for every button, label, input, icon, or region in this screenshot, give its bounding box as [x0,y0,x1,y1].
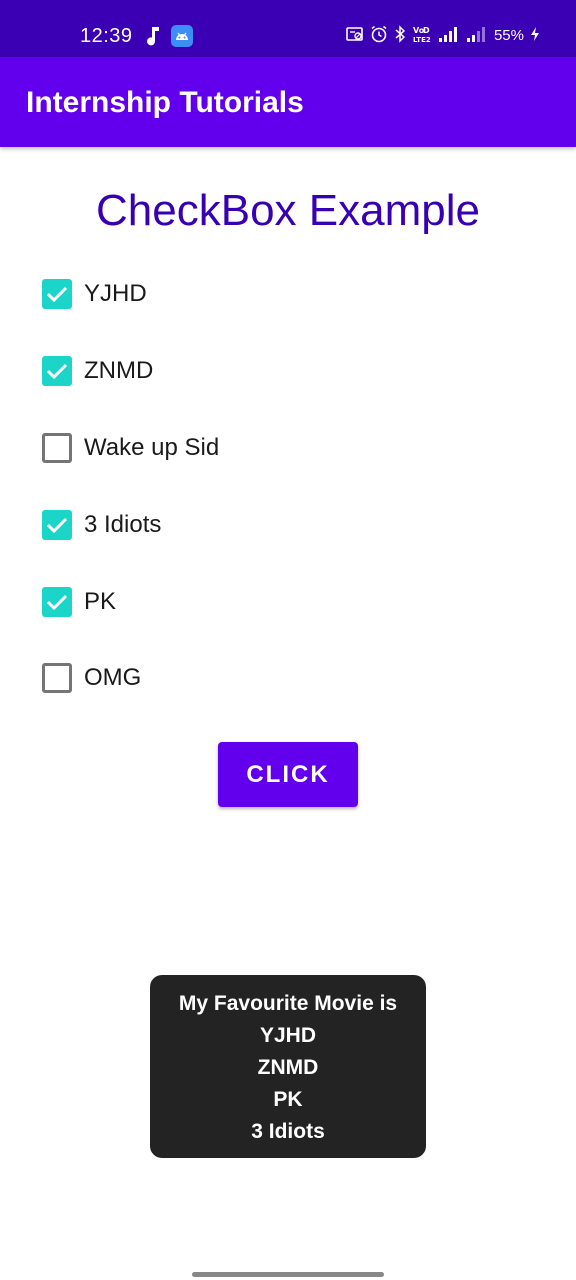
signal-weak-icon [466,25,488,48]
checkbox-label: PK [84,588,117,615]
svg-text:D: D [423,26,430,35]
status-bar: 12:39 Vo D LTE2 55% [0,0,576,57]
volte-icon: Vo D LTE2 [412,25,432,48]
checkbox-checked-icon[interactable] [42,356,72,386]
toast-line: YJHD [259,1024,317,1047]
alarm-icon [370,25,388,48]
checkbox-label: Wake up Sid [84,434,220,461]
bluetooth-icon [394,24,406,48]
checkbox-pk[interactable]: PK [42,584,116,620]
app-bar: Internship Tutorials [0,57,576,147]
app-title: Internship Tutorials [26,86,304,119]
checkbox-label: 3 Idiots [84,511,162,538]
android-app-icon [171,25,193,52]
checkbox-omg[interactable]: OMG [42,660,141,696]
charging-icon [530,26,540,47]
checkbox-label: OMG [84,664,142,691]
page-title: CheckBox Example [96,186,480,235]
toast-line: PK [273,1088,303,1111]
toast-line: My Favourite Movie is [178,992,398,1015]
toast-line: ZNMD [257,1056,319,1079]
status-icons: Vo D LTE2 55% [346,24,540,48]
music-note-icon [144,25,162,52]
checkbox-znmd[interactable]: ZNMD [42,353,153,389]
app-screen: 12:39 Vo D LTE2 55% Internship Tutorials… [0,0,576,1280]
gesture-nav-handle[interactable] [192,1272,384,1277]
checkbox-unchecked-icon[interactable] [42,663,72,693]
svg-text:LTE2: LTE2 [413,36,431,43]
checkbox-label: YJHD [84,280,147,307]
checkbox-label: ZNMD [84,357,154,384]
media-icon [346,26,364,47]
status-time: 12:39 [80,25,133,47]
battery-level: 55% [493,27,524,44]
signal-icon [438,25,460,48]
checkbox-wake-up-sid[interactable]: Wake up Sid [42,430,219,466]
toast-line: 3 Idiots [251,1120,325,1143]
checkbox-checked-icon[interactable] [42,279,72,309]
checkbox-unchecked-icon[interactable] [42,433,72,463]
click-button[interactable]: CLICK [218,742,358,807]
checkbox-yjhd[interactable]: YJHD [42,276,147,312]
checkbox-checked-icon[interactable] [42,510,72,540]
checkbox-3-idiots[interactable]: 3 Idiots [42,507,161,543]
checkbox-checked-icon[interactable] [42,587,72,617]
toast-message: My Favourite Movie is YJHD ZNMD PK 3 Idi… [150,975,426,1158]
